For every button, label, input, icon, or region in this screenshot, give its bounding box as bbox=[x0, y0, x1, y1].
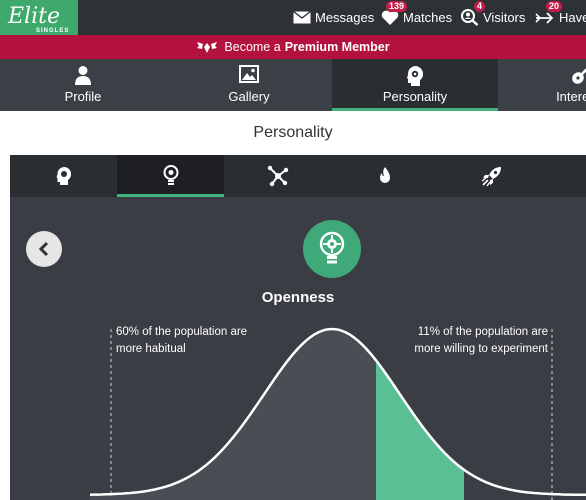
premium-banner-prefix: Become a bbox=[224, 40, 281, 54]
trait-tab-4[interactable] bbox=[331, 155, 438, 197]
left-note-line-1: 60% of the population are bbox=[116, 326, 248, 338]
section-title: Personality bbox=[253, 124, 333, 141]
nav-messages[interactable]: Messages bbox=[293, 0, 374, 35]
left-note-line-2: more habitual bbox=[116, 343, 186, 355]
brand-logo-wordmark: Elite bbox=[8, 4, 60, 29]
guitar-icon bbox=[572, 68, 586, 84]
brand-logo-tagline: SINGLES bbox=[36, 28, 70, 34]
trait-tab-5[interactable] bbox=[438, 155, 545, 197]
profile-tabs: Profile Gallery Personality Interests bbox=[0, 59, 586, 111]
right-population-note: 11% of the population are more willing t… bbox=[414, 324, 548, 358]
trait-name: Openness bbox=[261, 289, 335, 306]
tab-personality-label: Personality bbox=[382, 89, 448, 104]
tab-gallery[interactable]: Gallery bbox=[166, 59, 332, 111]
right-note-line-2: more willing to experiment bbox=[414, 343, 548, 355]
nav-have-met-label: Have bbox=[559, 10, 586, 25]
head-brain-icon bbox=[56, 167, 71, 185]
nav-visitors[interactable]: Visitors 4 bbox=[461, 0, 525, 35]
have-met-count-badge: 20 bbox=[546, 1, 563, 12]
nav-messages-label: Messages bbox=[315, 10, 375, 25]
tab-gallery-label: Gallery bbox=[228, 89, 270, 104]
lightbulb-icon bbox=[163, 165, 178, 185]
premium-banner-highlight: Premium Member bbox=[284, 40, 390, 54]
tab-profile[interactable]: Profile bbox=[0, 59, 166, 111]
rocket-icon bbox=[481, 167, 501, 187]
right-note-line-1: 11% of the population are bbox=[417, 326, 548, 338]
top-navigation-bar: Elite SINGLES Messages Matches 139 Visit… bbox=[0, 0, 586, 41]
trait-badge bbox=[303, 220, 361, 278]
back-button[interactable] bbox=[26, 231, 62, 267]
visitor-search-icon bbox=[461, 9, 479, 26]
elite-singles-app: Elite SINGLES Messages Matches 139 Visit… bbox=[0, 0, 586, 500]
premium-banner[interactable]: Become a Premium Member bbox=[0, 35, 586, 59]
nav-have-met[interactable]: Have 20 bbox=[535, 0, 586, 35]
image-icon bbox=[239, 65, 259, 83]
envelope-icon bbox=[293, 11, 311, 24]
trait-tab-3[interactable] bbox=[224, 155, 331, 197]
tab-interests[interactable]: Interests bbox=[498, 59, 586, 111]
nav-matches-label: Matches bbox=[403, 10, 453, 25]
tab-interests-label: Interests bbox=[556, 89, 586, 104]
nav-matches[interactable]: Matches 139 bbox=[381, 0, 452, 35]
tab-personality[interactable]: Personality bbox=[332, 59, 498, 111]
trait-detail-panel: Openness 60% of the population are more … bbox=[10, 197, 586, 500]
chevron-left-icon bbox=[38, 241, 49, 257]
winged-diamond-icon bbox=[197, 42, 218, 53]
network-icon bbox=[267, 165, 288, 187]
person-icon bbox=[75, 66, 91, 85]
nav-visitors-label: Visitors bbox=[483, 10, 526, 25]
arrow-connect-icon bbox=[535, 11, 554, 24]
trait-tabs bbox=[10, 155, 586, 197]
trait-tab-2[interactable] bbox=[117, 155, 224, 197]
matches-count-badge: 139 bbox=[386, 1, 408, 12]
visitors-count-badge: 4 bbox=[474, 1, 486, 12]
flame-icon bbox=[379, 167, 390, 183]
left-population-note: 60% of the population are more habitual bbox=[116, 324, 247, 358]
tab-profile-label: Profile bbox=[64, 89, 102, 104]
head-gear-icon bbox=[407, 66, 423, 86]
trait-tab-1[interactable] bbox=[10, 155, 117, 197]
lightbulb-gear-icon bbox=[319, 231, 345, 264]
